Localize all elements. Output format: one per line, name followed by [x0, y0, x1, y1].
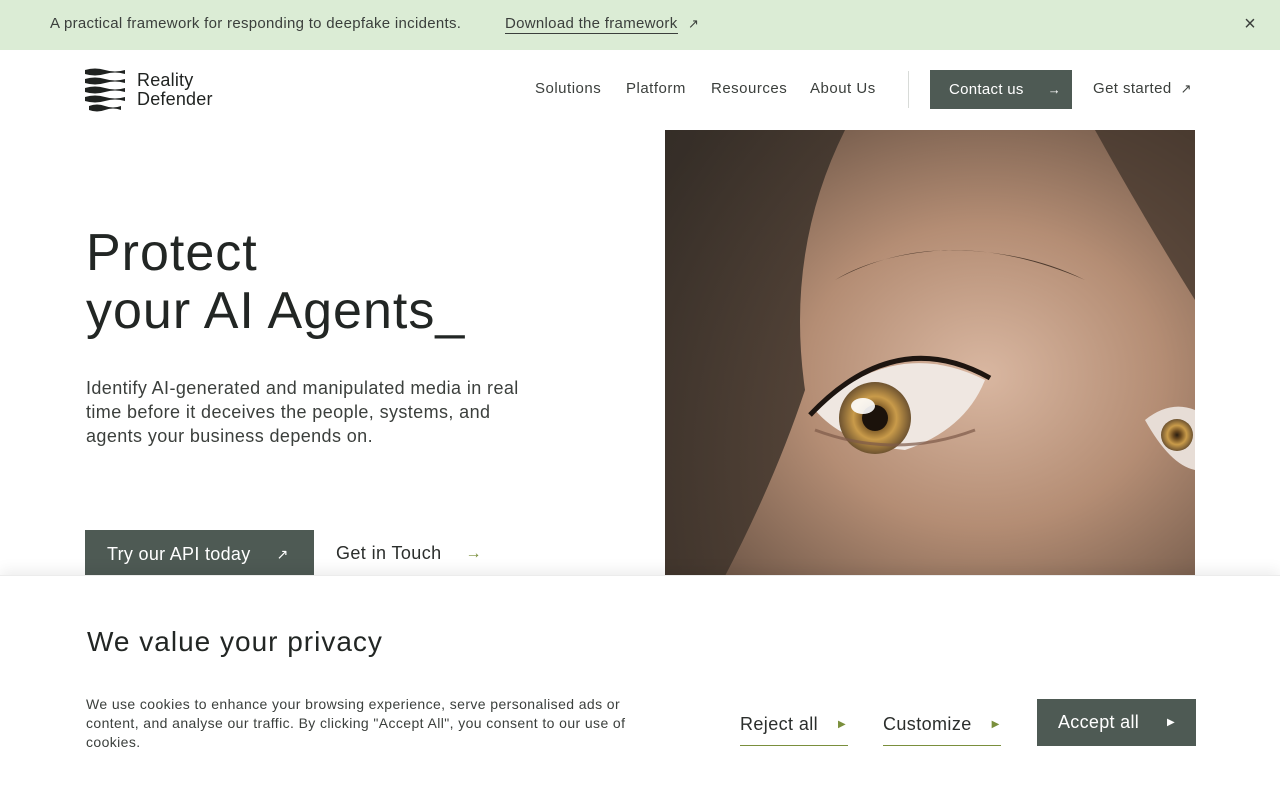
contact-us-label: Contact us: [949, 81, 1024, 98]
try-api-label: Try our API today: [107, 543, 251, 564]
cookie-description: We use cookies to enhance your browsing …: [86, 696, 626, 750]
download-framework-label: Download the framework: [505, 15, 678, 32]
external-arrow-icon: ↗: [688, 16, 699, 31]
nav-item-about-us[interactable]: About Us: [810, 80, 876, 97]
logo[interactable]: Reality Defender: [85, 68, 213, 112]
nav-divider: [908, 71, 909, 108]
reject-all-label: Reject all: [740, 713, 819, 734]
customize-label: Customize: [883, 713, 972, 734]
arrow-right-icon: →: [1047, 82, 1062, 97]
accept-all-button[interactable]: Accept all ▶: [1037, 699, 1196, 746]
contact-us-button[interactable]: Contact us →: [930, 70, 1072, 109]
get-in-touch-link[interactable]: Get in Touch →: [336, 543, 482, 564]
hero-title-line-1: Protect: [86, 224, 258, 282]
announcement-text: A practical framework for responding to …: [50, 15, 462, 32]
hero-title: Protect your AI Agents_: [86, 224, 465, 340]
accept-all-label: Accept all: [1058, 712, 1140, 732]
nav-item-solutions[interactable]: Solutions: [535, 80, 601, 97]
get-in-touch-label: Get in Touch: [336, 543, 442, 563]
get-started-label: Get started: [1093, 80, 1172, 97]
close-icon[interactable]: ×: [1241, 14, 1259, 34]
eye-closeup-illustration: [665, 130, 1195, 576]
hero-title-line-2: your AI Agents_: [86, 282, 466, 340]
announcement-bar: A practical framework for responding to …: [0, 0, 1280, 50]
nav-item-platform[interactable]: Platform: [626, 80, 686, 97]
download-framework-link[interactable]: Download the framework: [505, 15, 678, 34]
hero-image-eye-closeup: [665, 130, 1195, 576]
logo-line-2: Defender: [137, 89, 213, 109]
caret-right-icon: ▶: [1167, 717, 1176, 728]
external-arrow-icon: ↗: [276, 545, 289, 562]
get-started-link[interactable]: Get started ↗: [1093, 80, 1192, 97]
caret-right-icon: ▶: [991, 718, 1000, 730]
logo-wordmark: Reality Defender: [137, 71, 213, 109]
external-arrow-icon: ↗: [1180, 80, 1192, 96]
logo-line-1: Reality: [137, 70, 194, 90]
reject-all-button[interactable]: Reject all ▶: [740, 711, 848, 746]
arrow-right-icon: →: [465, 544, 482, 562]
caret-right-icon: ▶: [838, 718, 847, 730]
cookie-consent-banner: We value your privacy We use cookies to …: [0, 575, 1280, 800]
nav-item-resources[interactable]: Resources: [711, 80, 787, 97]
hero-subtitle: Identify AI-generated and manipulated me…: [86, 378, 519, 446]
try-api-button[interactable]: Try our API today ↗: [85, 530, 314, 578]
reality-defender-logo-icon: [85, 68, 125, 112]
customize-button[interactable]: Customize ▶: [883, 711, 1001, 746]
cookie-title: We value your privacy: [87, 626, 383, 657]
